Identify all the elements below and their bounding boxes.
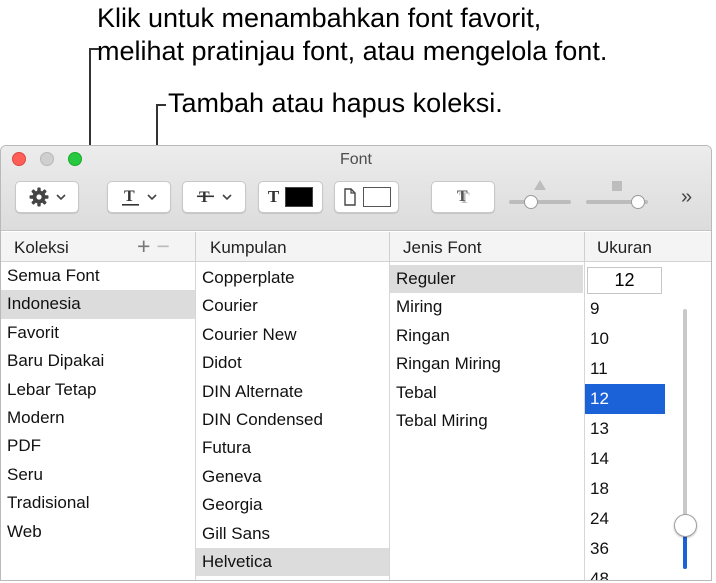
- family-item[interactable]: DIN Condensed: [196, 406, 389, 434]
- svg-text:T: T: [199, 189, 210, 206]
- chevron-down-icon: [147, 193, 157, 201]
- column-divider[interactable]: [584, 232, 585, 262]
- collection-add-remove: + −: [137, 233, 170, 260]
- add-collection-button[interactable]: +: [137, 233, 150, 259]
- column-header-typefaces: Jenis Font: [403, 238, 482, 257]
- document-color-button[interactable]: [334, 181, 399, 213]
- size-item[interactable]: 36: [585, 534, 665, 564]
- document-icon: [343, 188, 357, 206]
- strikethrough-T-icon: T: [196, 186, 216, 208]
- collection-item[interactable]: Seru: [1, 461, 195, 489]
- family-item[interactable]: Didot: [196, 349, 389, 377]
- strikethrough-menu-button[interactable]: T: [182, 181, 246, 213]
- typeface-item[interactable]: Tebal Miring: [390, 407, 583, 435]
- size-item[interactable]: 13: [585, 414, 665, 444]
- family-item[interactable]: Courier: [196, 292, 389, 320]
- column-divider[interactable]: [389, 232, 390, 262]
- window-title: Font: [339, 151, 372, 168]
- typeface-item[interactable]: Ringan Miring: [390, 350, 583, 378]
- column-header-families: Kumpulan: [210, 238, 287, 257]
- shadow-opacity-knob[interactable]: [524, 195, 538, 209]
- family-item[interactable]: Copperplate: [196, 264, 389, 292]
- column-divider[interactable]: [195, 232, 196, 262]
- collection-item[interactable]: Semua Font: [1, 262, 195, 290]
- size-item[interactable]: 24: [585, 504, 665, 534]
- column-headers: Koleksi + − Kumpulan Jenis Font Ukuran: [1, 232, 711, 262]
- collection-item[interactable]: PDF: [1, 432, 195, 460]
- gear-icon: [28, 186, 50, 208]
- shadow-opacity-slider[interactable]: [509, 176, 571, 216]
- text-color-button[interactable]: T: [258, 181, 323, 213]
- shadow-T-icon: T T: [453, 186, 473, 208]
- T-icon: T: [267, 187, 280, 206]
- shadow-blur-slider[interactable]: [586, 176, 648, 216]
- underline-menu-button[interactable]: T: [107, 181, 171, 213]
- remove-collection-button[interactable]: −: [156, 233, 169, 259]
- size-item[interactable]: 9: [585, 294, 665, 324]
- document-color-swatch[interactable]: [362, 187, 391, 207]
- typefaces-list: Reguler Miring Ringan Ringan Miring Teba…: [390, 265, 583, 435]
- triangle-icon: [533, 178, 547, 196]
- typeface-item-selected[interactable]: Reguler: [390, 265, 583, 294]
- typeface-item[interactable]: Miring: [390, 293, 583, 321]
- family-item[interactable]: Futura: [196, 434, 389, 462]
- chevron-down-icon: [56, 193, 66, 201]
- text-shadow-button[interactable]: T T: [431, 181, 495, 213]
- leader-line-collections-hook: [156, 104, 166, 106]
- action-menu-button[interactable]: [15, 181, 79, 213]
- family-item[interactable]: Courier New: [196, 321, 389, 349]
- callout-font-actions: Klik untuk menambahkan font favorit, mel…: [97, 2, 607, 68]
- size-item[interactable]: 48: [585, 564, 665, 580]
- font-window: Font T T T T T » Koleksi + − Kumpulan Je…: [0, 145, 712, 581]
- callout-line-2: melihat pratinjau font, atau mengelola f…: [97, 36, 608, 66]
- family-item[interactable]: Geneva: [196, 463, 389, 491]
- toolbar-overflow-button[interactable]: »: [681, 186, 692, 209]
- collection-item[interactable]: Tradisional: [1, 489, 195, 517]
- collection-item[interactable]: Web: [1, 518, 195, 546]
- text-color-swatch[interactable]: [285, 187, 314, 207]
- toolbar: Font T T T T T »: [1, 146, 711, 231]
- typeface-item[interactable]: Ringan: [390, 322, 583, 350]
- typeface-item[interactable]: Tebal: [390, 379, 583, 407]
- size-item[interactable]: 11: [585, 354, 665, 384]
- size-list: 9 10 11 12 13 14 18 24 36 48: [585, 294, 665, 580]
- family-item[interactable]: DIN Alternate: [196, 378, 389, 406]
- collection-item[interactable]: Baru Dipakai: [1, 347, 195, 375]
- size-field[interactable]: 12: [587, 267, 662, 294]
- column-header-size: Ukuran: [597, 238, 652, 257]
- size-item[interactable]: 18: [585, 474, 665, 504]
- column-header-collections: Koleksi: [14, 238, 69, 257]
- families-list: Copperplate Courier Courier New Didot DI…: [196, 264, 389, 577]
- svg-text:T: T: [124, 188, 135, 205]
- collections-list: Semua Font Indonesia Favorit Baru Dipaka…: [1, 262, 195, 546]
- callout-line-1: Klik untuk menambahkan font favorit,: [97, 3, 542, 33]
- collection-item[interactable]: Lebar Tetap: [1, 376, 195, 404]
- family-item[interactable]: Georgia: [196, 491, 389, 519]
- family-item-selected[interactable]: Helvetica: [196, 547, 389, 577]
- family-item[interactable]: Gill Sans: [196, 520, 389, 548]
- size-slider-knob[interactable]: [674, 514, 697, 537]
- size-item[interactable]: 14: [585, 444, 665, 474]
- size-item[interactable]: 10: [585, 324, 665, 354]
- collection-item[interactable]: Favorit: [1, 319, 195, 347]
- chevron-down-icon: [222, 193, 232, 201]
- collection-item-selected[interactable]: Indonesia: [1, 290, 195, 319]
- leader-line-actions-hook: [89, 48, 99, 50]
- square-icon: [611, 179, 623, 197]
- collection-item[interactable]: Modern: [1, 404, 195, 432]
- callout-collections: Tambah atau hapus koleksi.: [168, 88, 503, 118]
- shadow-blur-knob[interactable]: [631, 195, 645, 209]
- svg-text:T: T: [457, 188, 468, 205]
- underline-T-icon: T: [121, 186, 141, 208]
- size-item-selected[interactable]: 12: [585, 384, 665, 414]
